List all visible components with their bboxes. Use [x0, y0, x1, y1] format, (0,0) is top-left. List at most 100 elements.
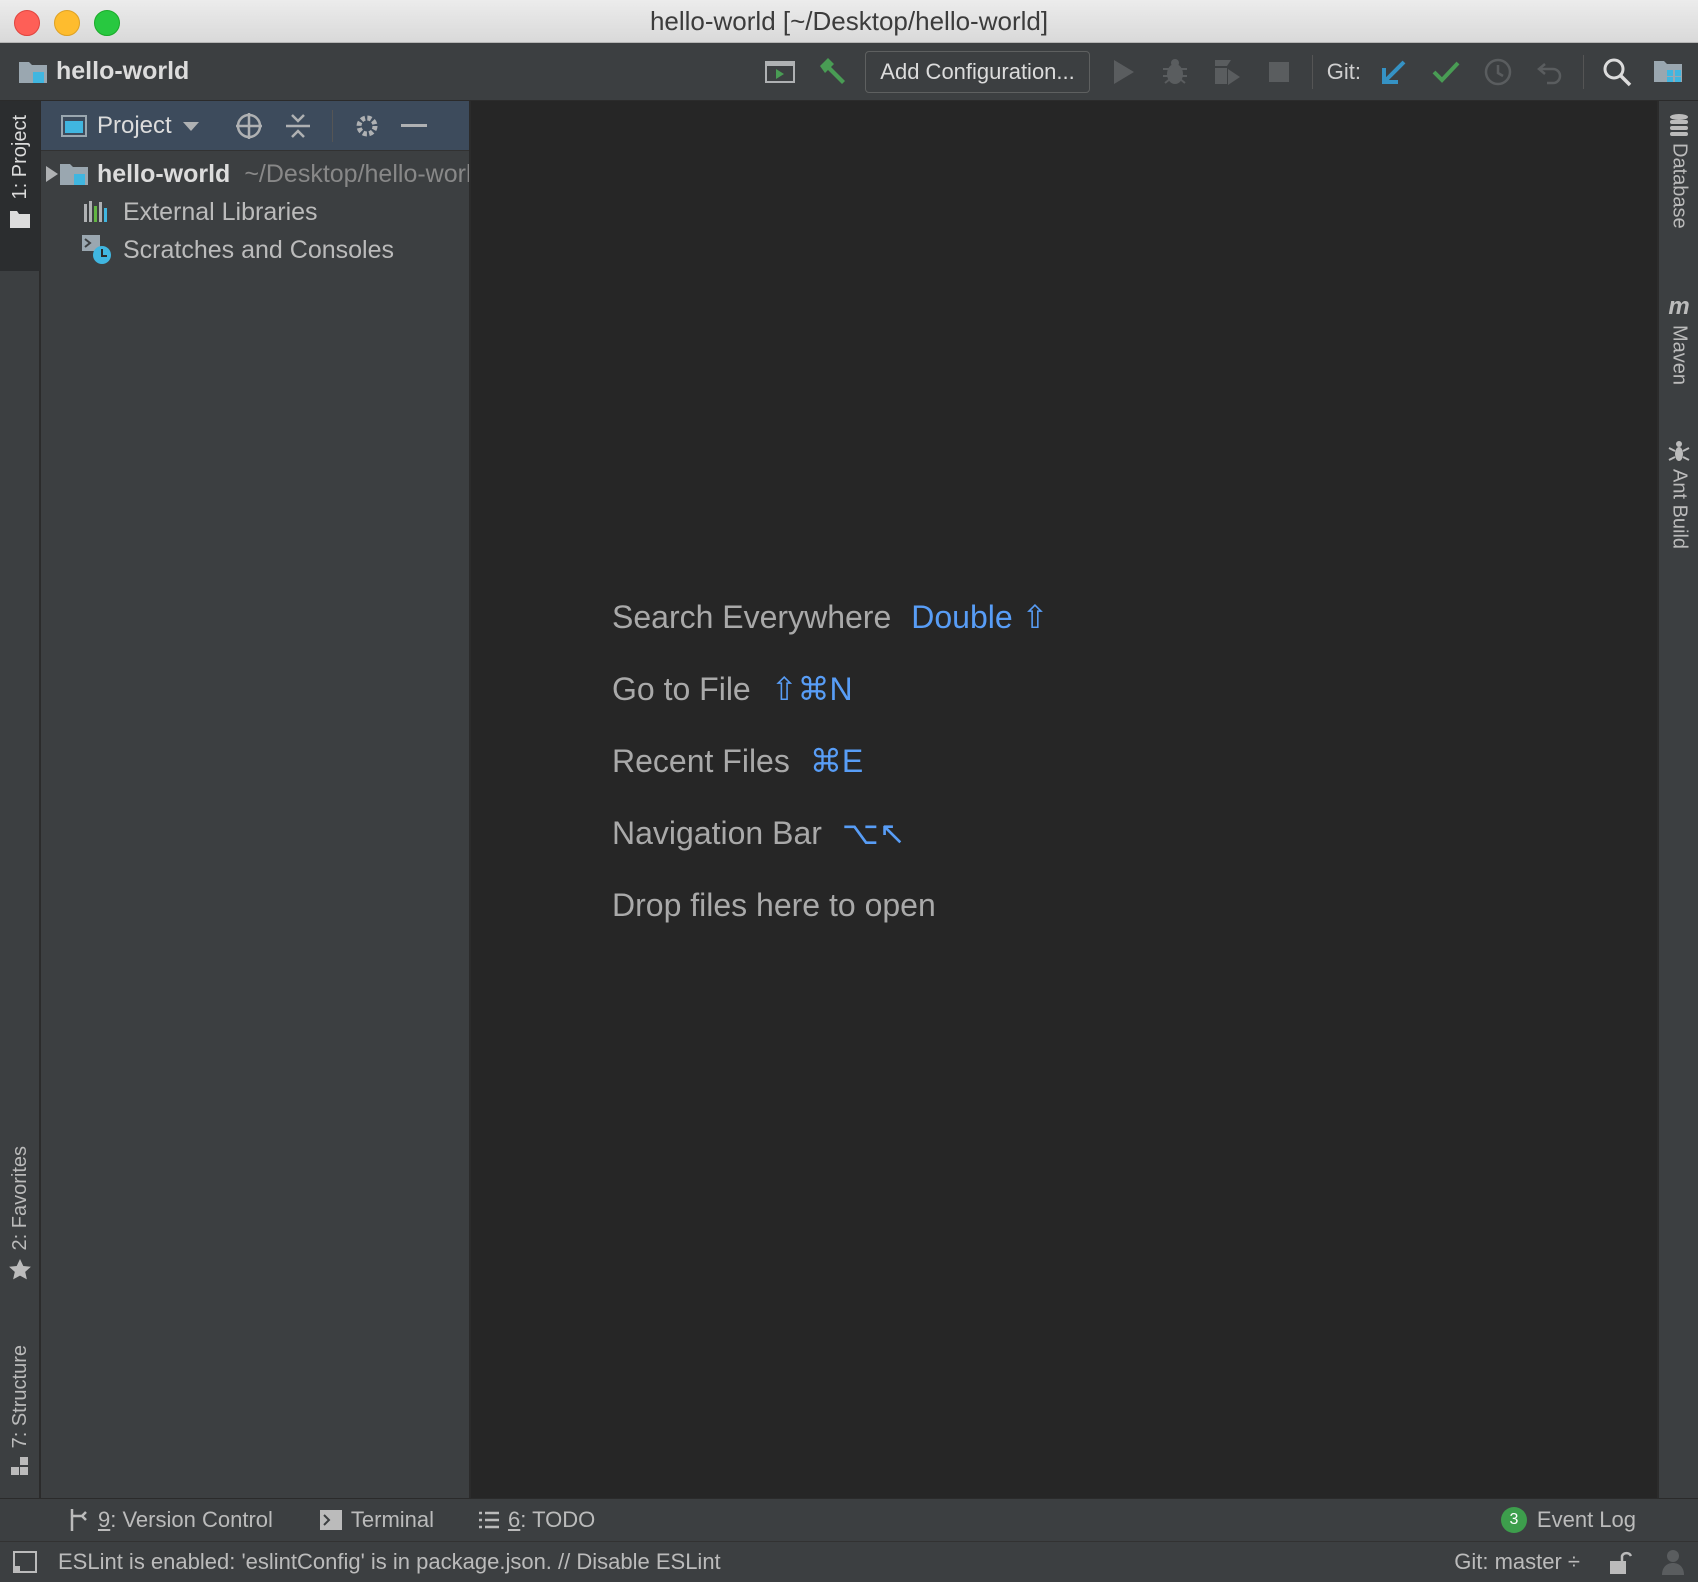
structure-tool-label: 7: Structure [8, 1344, 31, 1448]
folder-icon [10, 211, 30, 229]
hide-panel-icon[interactable] [400, 123, 427, 129]
project-view-selector[interactable]: Project [61, 112, 200, 140]
tree-item-label: External Libraries [123, 197, 318, 226]
database-icon [1670, 114, 1688, 136]
empty-editor-hints: Search Everywhere Double ⇧ Go to File ⇧⌘… [612, 581, 1048, 941]
hint-label: Go to File [612, 670, 751, 707]
git-update-icon[interactable] [1375, 53, 1413, 91]
git-commit-icon[interactable] [1427, 53, 1465, 91]
status-message[interactable]: ESLint is enabled: 'eslintConfig' is in … [58, 1549, 721, 1575]
ant-build-tool-button[interactable]: Ant Build [1659, 439, 1698, 569]
run-icon[interactable] [1104, 53, 1142, 91]
toolbar-actions: Add Configuration... Git: [761, 43, 1688, 101]
project-name: hello-world [56, 57, 190, 85]
favorites-tool-label: 2: Favorites [8, 1145, 31, 1250]
project-tool-label: 1: Project [8, 115, 31, 200]
git-branch-widget[interactable]: Git: master ÷ [1454, 1549, 1580, 1575]
inspector-person-icon[interactable] [1660, 1548, 1686, 1576]
locate-file-icon[interactable] [234, 111, 264, 141]
toolbar-separator [1311, 55, 1313, 89]
build-hammer-icon[interactable] [813, 53, 851, 91]
hint-shortcut: ⌥↖ [841, 815, 906, 851]
navbar-project[interactable]: hello-world [18, 57, 189, 86]
stop-icon[interactable] [1260, 53, 1298, 91]
collapse-all-icon[interactable] [284, 111, 312, 141]
todo-label: : TODO [520, 1507, 596, 1532]
toggle-tool-windows-icon[interactable] [12, 1550, 38, 1574]
window-controls [14, 10, 120, 36]
database-tool-label: Database [1668, 143, 1691, 229]
add-configuration-button[interactable]: Add Configuration... [865, 51, 1090, 93]
run-window-icon[interactable] [761, 53, 799, 91]
close-window-button[interactable] [14, 10, 40, 36]
maven-tool-label: Maven [1668, 325, 1691, 386]
minimize-window-button[interactable] [54, 10, 80, 36]
tree-item-path: ~/Desktop/hello-world [244, 159, 469, 188]
tree-item-label: Scratches and Consoles [123, 235, 394, 264]
hint-label: Drop files here to open [612, 886, 936, 923]
ant-icon [1668, 441, 1690, 461]
left-tool-stripe: 1: Project 2: Favorites 7: Structure [0, 101, 40, 1498]
gear-icon[interactable] [353, 112, 381, 140]
event-log-tool-button[interactable]: 3 Event Log [1500, 1507, 1636, 1533]
structure-icon [11, 1457, 28, 1475]
folder-icon [19, 61, 47, 83]
hint-shortcut: ⇧⌘N [770, 671, 853, 707]
hint-shortcut: ⌘E [809, 743, 864, 779]
tree-item-external-libraries[interactable]: External Libraries [41, 193, 469, 231]
event-log-label: Event Log [1536, 1507, 1636, 1532]
project-tree: hello-world ~/Desktop/hello-world Extern… [41, 151, 469, 269]
version-control-mnemonic: 9 [98, 1507, 111, 1532]
maven-tool-button[interactable]: m Maven [1659, 293, 1698, 403]
tree-item-scratches[interactable]: Scratches and Consoles [41, 231, 469, 269]
scratches-clock-icon [79, 234, 115, 266]
git-label: Git: [1326, 59, 1361, 84]
todo-tool-button[interactable]: 6: TODO [478, 1507, 595, 1533]
hint-shortcut: Double ⇧ [911, 599, 1049, 635]
hint-drop-files: Drop files here to open [612, 869, 1048, 941]
hint-go-to-file: Go to File ⇧⌘N [612, 653, 1048, 725]
zoom-window-button[interactable] [94, 10, 120, 36]
chevron-down-icon [182, 121, 199, 131]
main-toolbar: hello-world Add Configuration... Git: [0, 43, 1698, 101]
project-tool-window: Project hello-world ~/Desktop/hello-worl… [41, 101, 470, 1498]
version-control-label: : Version Control [110, 1507, 273, 1532]
project-view-label: Project [97, 111, 172, 139]
lock-open-icon[interactable] [1608, 1549, 1632, 1575]
editor-area[interactable]: Search Everywhere Double ⇧ Go to File ⇧⌘… [471, 101, 1657, 1498]
maven-icon: m [1668, 293, 1690, 320]
project-structure-icon[interactable] [1650, 53, 1688, 91]
ant-build-tool-label: Ant Build [1668, 469, 1691, 550]
project-panel-header: Project [41, 101, 469, 151]
run-with-coverage-icon[interactable] [1208, 53, 1246, 91]
tree-item-project-root[interactable]: hello-world ~/Desktop/hello-world [41, 155, 469, 193]
bottom-tool-stripe: 9: Version Control Terminal 6: TODO 3 Ev… [0, 1498, 1698, 1541]
history-clock-icon[interactable] [1479, 53, 1517, 91]
hint-label: Navigation Bar [612, 814, 822, 851]
libraries-icon [79, 200, 115, 224]
panel-separator [331, 109, 333, 142]
project-tool-button[interactable]: 1: Project [0, 101, 40, 271]
status-bar: ESLint is enabled: 'eslintConfig' is in … [0, 1541, 1698, 1582]
status-widgets: Git: master ÷ [1454, 1548, 1686, 1576]
database-tool-button[interactable]: Database [1659, 113, 1698, 253]
hint-recent-files: Recent Files ⌘E [612, 725, 1048, 797]
search-icon[interactable] [1598, 53, 1636, 91]
terminal-icon [319, 1510, 342, 1530]
todo-mnemonic: 6 [508, 1507, 521, 1532]
hint-label: Recent Files [612, 742, 790, 779]
todo-list-icon [479, 1511, 500, 1529]
favorites-tool-button[interactable]: 2: Favorites [0, 1116, 40, 1286]
hint-navigation-bar: Navigation Bar ⌥↖ [612, 797, 1048, 869]
terminal-tool-button[interactable]: Terminal [319, 1507, 434, 1533]
project-panel-tools [234, 109, 427, 142]
debug-bug-icon[interactable] [1156, 53, 1194, 91]
hint-label: Search Everywhere [612, 598, 892, 635]
module-folder-icon [59, 161, 89, 187]
version-control-tool-button[interactable]: 9: Version Control [68, 1507, 273, 1533]
rollback-icon[interactable] [1531, 53, 1569, 91]
star-icon [9, 1259, 31, 1280]
expand-arrow-icon[interactable] [45, 165, 59, 183]
structure-tool-button[interactable]: 7: Structure [0, 1316, 40, 1476]
toolbar-separator [1583, 55, 1584, 89]
